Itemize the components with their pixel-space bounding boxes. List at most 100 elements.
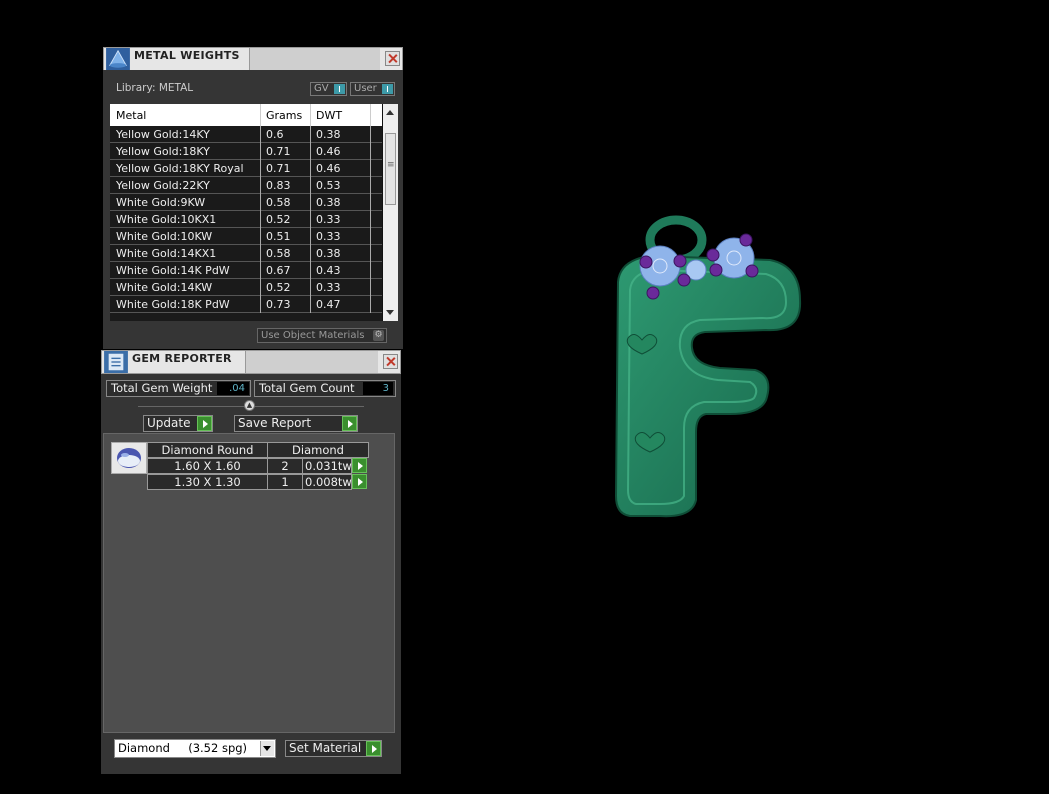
table-row[interactable]: White Gold:14KX1 0.58 0.38 xyxy=(110,245,382,262)
play-arrow-icon xyxy=(352,458,367,473)
chevron-down-icon[interactable] xyxy=(260,741,274,756)
grams-cell: 0.83 xyxy=(266,179,291,192)
gem-size-cell: 1.30 X 1.30 xyxy=(147,474,268,490)
gear-icon: ⚙ xyxy=(373,330,384,341)
metal-name-cell: White Gold:14KW xyxy=(116,281,213,294)
toggle-knob-icon xyxy=(382,84,393,94)
letter-f-shape xyxy=(614,254,802,518)
select-gems-button[interactable] xyxy=(351,474,369,490)
table-row[interactable]: White Gold:14K PdW 0.67 0.43 xyxy=(110,262,382,279)
play-arrow-icon xyxy=(352,474,367,489)
dwt-cell: 0.46 xyxy=(316,162,341,175)
metal-name-cell: Yellow Gold:18KY Royal xyxy=(116,162,244,175)
play-arrow-icon xyxy=(197,416,212,431)
table-row[interactable]: Yellow Gold:22KY 0.83 0.53 xyxy=(110,177,382,194)
gem-count-cell: 1 xyxy=(267,474,303,490)
metal-weights-icon xyxy=(106,48,130,70)
metal-weights-table: Metal Grams DWT Yellow Gold:14KY 0.6 0.38 Y… xyxy=(110,104,398,321)
close-gem-reporter-button[interactable] xyxy=(383,354,398,369)
update-button[interactable]: Update xyxy=(143,415,213,432)
dwt-cell: 0.43 xyxy=(316,264,341,277)
table-row[interactable]: White Gold:10KW 0.51 0.33 xyxy=(110,228,382,245)
use-object-materials-toggle[interactable]: Use Object Materials ⚙ xyxy=(257,328,387,343)
splitter-handle-icon[interactable]: ▲ xyxy=(244,400,255,411)
grams-cell: 0.52 xyxy=(266,213,291,226)
gem-count-cell: 2 xyxy=(267,458,303,474)
total-gem-count-value: 3 xyxy=(363,382,393,395)
use-object-materials-label: Use Object Materials xyxy=(261,330,365,341)
table-row[interactable]: Yellow Gold:18KY 0.71 0.46 xyxy=(110,143,382,160)
play-arrow-icon xyxy=(366,741,381,756)
dwt-cell: 0.53 xyxy=(316,179,341,192)
gv-toggle-label: GV xyxy=(314,83,329,94)
dwt-cell: 0.38 xyxy=(316,247,341,260)
total-gem-count-label: Total Gem Count xyxy=(259,381,355,395)
set-material-button[interactable]: Set Material xyxy=(285,740,382,757)
metal-name-cell: White Gold:14KX1 xyxy=(116,247,217,260)
metal-name-cell: White Gold:9KW xyxy=(116,196,206,209)
dwt-cell: 0.33 xyxy=(316,213,341,226)
metal-name-cell: White Gold:18K PdW xyxy=(116,298,230,311)
total-gem-weight: Total Gem Weight .04 xyxy=(106,380,251,397)
table-row[interactable]: White Gold:14KW 0.52 0.33 xyxy=(110,279,382,296)
header-fill xyxy=(249,48,380,70)
table-row[interactable]: Yellow Gold:14KY 0.6 0.38 xyxy=(110,126,382,143)
dwt-cell: 0.47 xyxy=(316,298,341,311)
user-toggle-label: User xyxy=(354,83,377,94)
grams-cell: 0.71 xyxy=(266,162,291,175)
total-gem-count: Total Gem Count 3 xyxy=(254,380,396,397)
grams-cell: 0.6 xyxy=(266,128,284,141)
metal-name-cell: Yellow Gold:22KY xyxy=(116,179,210,192)
metal-name-cell: White Gold:10KW xyxy=(116,230,213,243)
metal-weights-title: METAL WEIGHTS xyxy=(134,49,240,62)
gem-reporter-body: Total Gem Weight .04 Total Gem Count 3 ▲… xyxy=(101,374,401,774)
gem-material-header: Diamond xyxy=(267,442,369,458)
dwt-cell: 0.38 xyxy=(316,128,341,141)
table-row[interactable]: White Gold:9KW 0.58 0.38 xyxy=(110,194,382,211)
table-header: Metal Grams DWT xyxy=(110,104,382,126)
dwt-cell: 0.33 xyxy=(316,281,341,294)
dwt-cell: 0.33 xyxy=(316,230,341,243)
select-gems-button[interactable] xyxy=(351,458,369,474)
play-arrow-icon xyxy=(342,416,357,431)
set-material-button-label: Set Material xyxy=(289,741,362,755)
save-report-button[interactable]: Save Report xyxy=(234,415,358,432)
scroll-thumb[interactable] xyxy=(385,133,396,205)
gem-weight-cell: 0.008tw xyxy=(302,474,352,490)
column-header-grams[interactable]: Grams xyxy=(266,109,302,122)
scroll-up-icon[interactable] xyxy=(386,110,394,115)
total-gem-weight-value: .04 xyxy=(217,382,249,395)
grams-cell: 0.71 xyxy=(266,145,291,158)
table-row[interactable]: Yellow Gold:18KY Royal 0.71 0.46 xyxy=(110,160,382,177)
scroll-down-icon[interactable] xyxy=(386,310,394,315)
toggle-knob-icon xyxy=(334,84,345,94)
dwt-cell: 0.38 xyxy=(316,196,341,209)
close-metal-weights-button[interactable] xyxy=(385,51,400,66)
material-select-value: Diamond (3.52 spg) xyxy=(118,741,248,755)
gv-toggle[interactable]: GV xyxy=(310,82,347,96)
grams-cell: 0.51 xyxy=(266,230,291,243)
grams-cell: 0.73 xyxy=(266,298,291,311)
metal-weights-body: Library: METAL GV User Metal Grams DWT Y… xyxy=(103,70,403,349)
metal-name-cell: Yellow Gold:18KY xyxy=(116,145,210,158)
column-header-dwt[interactable]: DWT xyxy=(316,109,342,122)
library-label: Library: METAL xyxy=(116,82,194,94)
table-row[interactable]: White Gold:10KX1 0.52 0.33 xyxy=(110,211,382,228)
user-toggle[interactable]: User xyxy=(350,82,395,96)
gem-reporter-title: GEM REPORTER xyxy=(132,352,232,365)
grams-cell: 0.58 xyxy=(266,196,291,209)
total-gem-weight-label: Total Gem Weight xyxy=(111,381,213,395)
metal-name-cell: White Gold:14K PdW xyxy=(116,264,230,277)
diamond-round-icon[interactable] xyxy=(111,442,147,474)
pendant-3d-model[interactable] xyxy=(560,200,840,540)
table-row[interactable]: White Gold:18K PdW 0.73 0.47 xyxy=(110,296,382,313)
table-scrollbar[interactable] xyxy=(383,104,398,321)
table-row-partial[interactable] xyxy=(110,313,382,321)
gem-weight-cell: 0.031tw xyxy=(302,458,352,474)
gem-list-area: Diamond Round Diamond 1.60 X 1.60 2 0.03… xyxy=(103,433,395,733)
material-select[interactable]: Diamond (3.52 spg) xyxy=(114,739,276,758)
save-report-button-label: Save Report xyxy=(238,416,312,430)
column-header-metal[interactable]: Metal xyxy=(116,109,146,122)
grams-cell: 0.67 xyxy=(266,264,291,277)
gem-size-cell: 1.60 X 1.60 xyxy=(147,458,268,474)
